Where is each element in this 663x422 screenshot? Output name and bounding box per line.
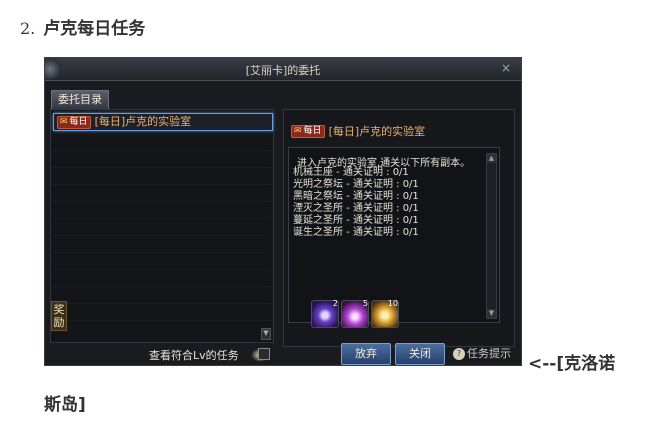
quest-description: 进入卢克的实验室,通关以下所有副本。 机械王座 - 通关证明 : 0/1 光明之… bbox=[288, 147, 500, 323]
reward-label: 奖励 bbox=[51, 301, 67, 331]
level-filter-checkbox[interactable] bbox=[258, 348, 270, 360]
caption-line-2: 斯岛] bbox=[44, 395, 86, 415]
section-heading: 2. 卢克每日任务 bbox=[20, 14, 145, 39]
purple-orb-icon[interactable]: 2 bbox=[311, 299, 339, 328]
window-title: [艾丽卡]的委托 bbox=[245, 64, 321, 77]
hint-label: 任务提示 bbox=[467, 347, 511, 360]
requirement-item: 光明之祭坛 - 通关证明 : 0/1 bbox=[293, 179, 419, 190]
daily-badge: ✉ 每日 bbox=[57, 116, 91, 129]
close-icon[interactable]: × bbox=[501, 61, 511, 75]
requirement-list: 机械王座 - 通关证明 : 0/1 光明之祭坛 - 通关证明 : 0/1 黑暗之… bbox=[293, 167, 419, 239]
quest-item-label: [每日]卢克的实验室 bbox=[94, 115, 192, 128]
scroll-down-icon[interactable]: ▼ bbox=[487, 309, 496, 318]
requirement-item: 诞生之圣所 - 通关证明 : 0/1 bbox=[293, 227, 419, 238]
requirement-item: 蔓延之圣所 - 通关证明 : 0/1 bbox=[293, 215, 419, 226]
pink-crystal-icon[interactable]: 5 bbox=[341, 299, 369, 328]
close-button[interactable]: 关闭 bbox=[395, 343, 445, 365]
detail-title: ✉ 每日 [每日]卢克的实验室 bbox=[288, 123, 425, 139]
description-scrollbar[interactable]: ▲ ▼ bbox=[486, 153, 497, 319]
tab-quest-list[interactable]: 委托目录 bbox=[51, 90, 109, 109]
reward-count: 2 bbox=[332, 299, 338, 308]
detail-title-text: [每日]卢克的实验室 bbox=[328, 125, 426, 138]
abandon-button[interactable]: 放弃 bbox=[341, 343, 391, 365]
level-filter-label: 查看符合Lv的任务 bbox=[149, 349, 239, 362]
scroll-icon: ✉ bbox=[294, 126, 302, 136]
reward-count: 10 bbox=[387, 299, 398, 308]
daily-badge: ✉ 每日 bbox=[291, 125, 325, 138]
requirement-item: 机械王座 - 通关证明 : 0/1 bbox=[293, 167, 409, 178]
quest-hint-button[interactable]: ? 任务提示 bbox=[453, 345, 511, 361]
gold-item-icon[interactable]: 10 bbox=[371, 299, 399, 328]
scroll-icon: ✉ bbox=[60, 117, 68, 127]
quest-window: [艾丽卡]的委托 × 委托目录 ✉ 每日 [每日]卢克的实验室 ▼ 查看符合Lv的任… bbox=[44, 57, 522, 366]
requirement-item: 湮灭之圣所 - 通关证明 : 0/1 bbox=[293, 203, 419, 214]
requirement-item: 黑暗之祭坛 - 通关证明 : 0/1 bbox=[293, 191, 419, 202]
section-title: 卢克每日任务 bbox=[43, 19, 146, 39]
window-titlebar[interactable]: [艾丽卡]的委托 × bbox=[45, 58, 521, 81]
hint-icon: ? bbox=[453, 348, 465, 360]
scroll-up-icon[interactable]: ▲ bbox=[487, 154, 496, 163]
scroll-down-icon[interactable]: ▼ bbox=[261, 328, 271, 340]
caption-line-1: <--[克洛诺 bbox=[528, 354, 616, 374]
section-number: 2. bbox=[20, 19, 36, 38]
quest-list-rows bbox=[53, 134, 271, 328]
quest-list-item[interactable]: ✉ 每日 [每日]卢克的实验室 bbox=[53, 113, 273, 131]
reward-count: 5 bbox=[362, 299, 368, 308]
quest-list-panel: ✉ 每日 [每日]卢克的实验室 ▼ bbox=[50, 109, 274, 343]
